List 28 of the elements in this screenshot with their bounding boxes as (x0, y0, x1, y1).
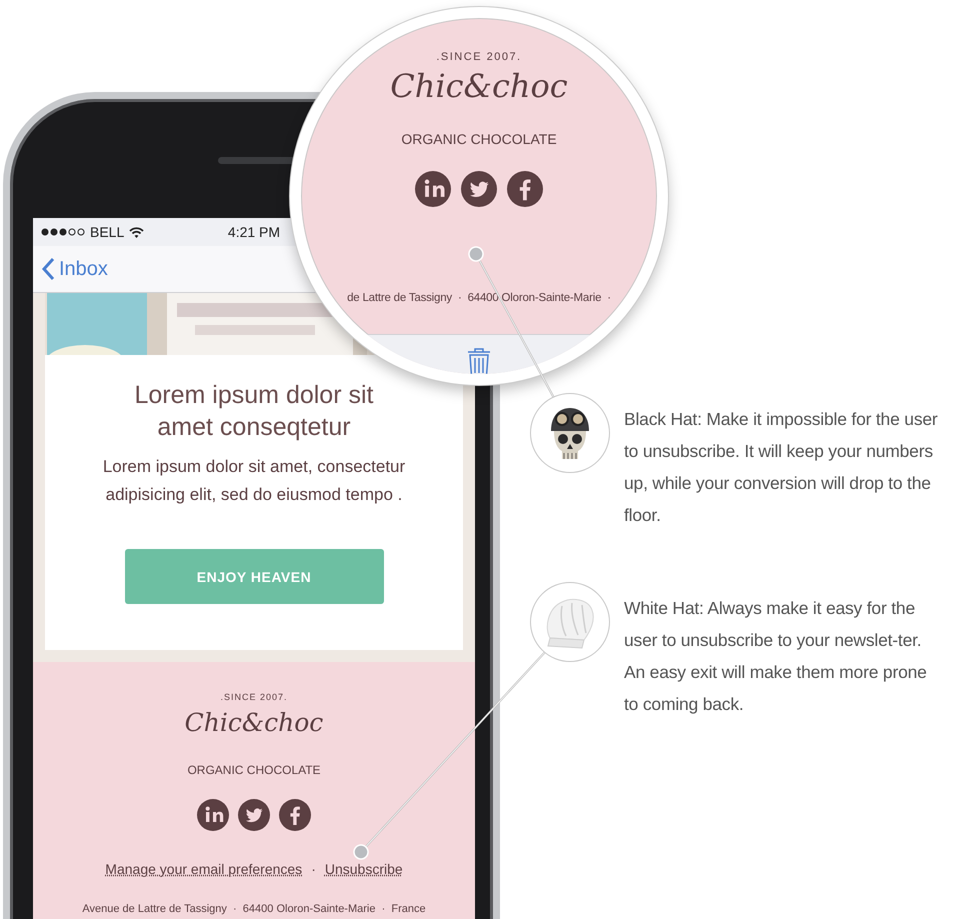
carrier-name: BELL (90, 224, 124, 240)
facebook-icon[interactable] (507, 171, 543, 207)
postal-address: de Lattre de Tassigny · 64400 Oloron-Sainte-Marie · (347, 292, 611, 304)
facebook-icon[interactable] (279, 799, 311, 831)
chevron-icon (41, 257, 55, 281)
trash-icon[interactable] (467, 347, 491, 374)
clock-time: 4:21 PM (228, 224, 280, 240)
signal-icon (41, 228, 85, 236)
linkedin-icon[interactable] (415, 171, 451, 207)
brand-logo: Chic&choc (390, 67, 568, 105)
bird-icon[interactable] (461, 171, 497, 207)
annotation-text: Black Hat: Make it impossible for the user to unsubscribe. It will keep your numbers up, while your conversion will drop to the floor. (624, 408, 939, 527)
linkedin-icon[interactable] (197, 799, 229, 831)
preferences-link[interactable]: Manage your email preferences (105, 861, 302, 877)
separator-dot: · (311, 861, 316, 877)
since-label: .SINCE 2007. (220, 692, 288, 702)
wifi-icon (129, 226, 144, 238)
annotation-text: White Hat: Always make it easy for the user to unsubscribe to your newslet-ter. An easy exit will make them more prone to coming back. (624, 597, 928, 716)
email-heading: Lorem ipsum dolor sit amet conseqtetur (134, 380, 374, 443)
bird-icon[interactable] (238, 799, 270, 831)
postal-address: Avenue de Lattre de Tassigny · 64400 Oloron-Sainte-Marie · France (82, 903, 426, 915)
unsubscribe-link[interactable]: Unsubscribe (324, 861, 403, 877)
tagline: ORGANIC CHOCOLATE (187, 763, 321, 777)
brand-logo: Chic&choc (184, 708, 324, 737)
since-label: .SINCE 2007. (436, 51, 522, 63)
email-body-text: Lorem ipsum dolor sit amet, consectetur adipisicing elit, sed do eiusmod tempo . (102, 456, 406, 506)
tagline: ORGANIC CHOCOLATE (401, 131, 557, 147)
back-button[interactable]: Inbox (41, 257, 108, 281)
